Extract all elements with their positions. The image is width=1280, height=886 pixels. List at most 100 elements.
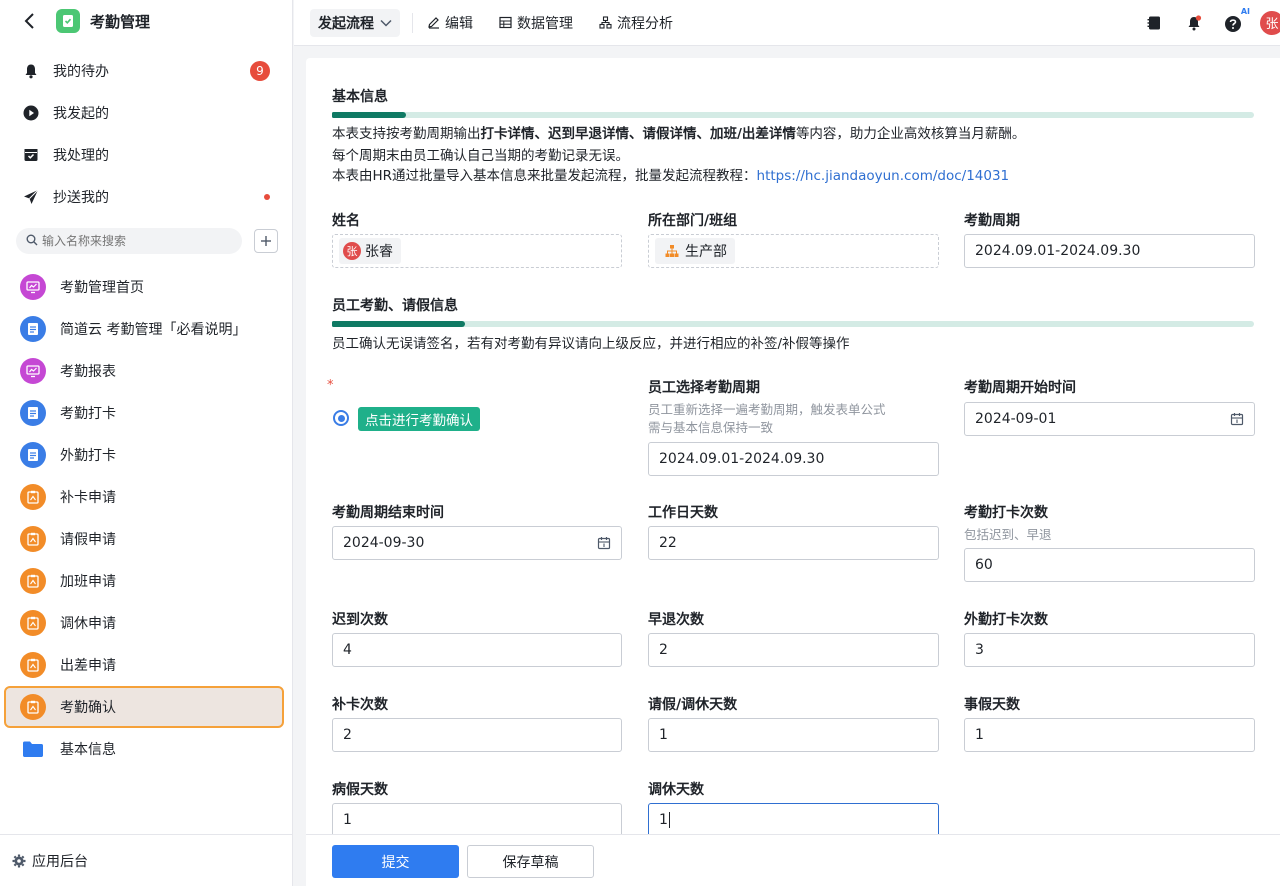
workflow-icon: [20, 526, 46, 552]
add-item-button[interactable]: [254, 229, 278, 253]
confirm-radio[interactable]: [333, 410, 349, 426]
nav-item[interactable]: 调休申请: [4, 602, 284, 644]
description-line-1: 本表支持按考勤周期输出打卡详情、迟到早退详情、请假详情、加班/出差详情等内容，助…: [332, 126, 1026, 142]
nav-item-label: 补卡申请: [60, 490, 116, 506]
leave-days-input[interactable]: 1: [648, 718, 939, 752]
dept-tag: 生产部: [655, 238, 735, 264]
punch-count-label: 考勤打卡次数: [964, 505, 1048, 521]
makeup-count-input[interactable]: 2: [332, 718, 622, 752]
start-date-label: 考勤周期开始时间: [964, 380, 1076, 396]
nav-item[interactable]: 考勤确认: [4, 686, 284, 728]
calendar-icon[interactable]: [597, 536, 611, 554]
search-box[interactable]: [16, 228, 242, 254]
save-draft-button[interactable]: 保存草稿: [467, 845, 594, 878]
submit-button[interactable]: 提交: [332, 845, 459, 878]
quick-item-handled[interactable]: 我处理的: [0, 134, 292, 176]
process-analysis-button[interactable]: 流程分析: [599, 13, 673, 33]
calendar-icon[interactable]: [1230, 412, 1244, 430]
period-value: 2024.09.01-2024.09.30: [975, 243, 1141, 259]
early-count-value: 2: [659, 642, 668, 658]
period-input[interactable]: 2024.09.01-2024.09.30: [964, 234, 1255, 268]
app-logo-icon: [56, 9, 80, 33]
personal-leave-input[interactable]: 1: [964, 718, 1255, 752]
nav-item-label: 考勤管理首页: [60, 280, 144, 296]
workflow-icon: [20, 652, 46, 678]
nav-item[interactable]: 出差申请: [4, 644, 284, 686]
dashboard-icon: [20, 274, 46, 300]
nav-item[interactable]: 请假申请: [4, 518, 284, 560]
section-title-basic: 基本信息: [332, 89, 388, 105]
quick-item-label: 我处理的: [53, 148, 109, 164]
user-avatar[interactable]: 张: [1260, 10, 1280, 35]
notebook-icon[interactable]: [1144, 13, 1164, 33]
gear-icon: [12, 854, 26, 868]
edit-button[interactable]: 编辑: [427, 13, 473, 33]
select-period-hint-2: 需与基本信息保持一致: [648, 420, 774, 435]
text-cursor: [668, 812, 670, 828]
search-input[interactable]: [42, 234, 222, 248]
section-divider: [332, 321, 1254, 327]
period-label: 考勤周期: [964, 213, 1020, 229]
org-chart-icon: [665, 244, 679, 258]
field-punch-input[interactable]: 3: [964, 633, 1255, 667]
tutorial-link[interactable]: https://hc.jiandaoyun.com/doc/14031: [757, 168, 1010, 184]
data-management-label: 数据管理: [517, 15, 573, 32]
select-period-input[interactable]: 2024.09.01-2024.09.30: [648, 442, 939, 476]
workflow-icon: [20, 484, 46, 510]
dept-field[interactable]: 生产部: [648, 234, 939, 268]
select-period-label: 员工选择考勤周期: [648, 380, 760, 396]
nav-item-label: 考勤打卡: [60, 406, 116, 422]
end-date-input[interactable]: 2024-09-30: [332, 526, 622, 560]
late-count-input[interactable]: 4: [332, 633, 622, 667]
nav-item[interactable]: 外勤打卡: [4, 434, 284, 476]
back-arrow-icon[interactable]: [20, 12, 38, 30]
nav-item-label: 基本信息: [60, 742, 116, 758]
nav-item-label: 简道云 考勤管理「必看说明」: [60, 322, 247, 338]
nav-item-label: 出差申请: [60, 658, 116, 674]
quick-item-todo[interactable]: 我的待办 9: [0, 50, 292, 92]
nav-item[interactable]: 考勤打卡: [4, 392, 284, 434]
personal-leave-label: 事假天数: [964, 697, 1020, 713]
workdays-label: 工作日天数: [648, 505, 718, 521]
required-marker: *: [327, 378, 334, 393]
name-value: 张睿: [365, 244, 393, 260]
early-count-input[interactable]: 2: [648, 633, 939, 667]
launch-process-dropdown[interactable]: 发起流程: [310, 8, 400, 37]
select-period-hint-1: 员工重新选择一遍考勤周期，触发表单公式: [648, 402, 886, 417]
process-analysis-label: 流程分析: [617, 15, 673, 32]
confirm-attendance-option[interactable]: 点击进行考勤确认: [358, 407, 480, 431]
nav-item[interactable]: 简道云 考勤管理「必看说明」: [4, 308, 284, 350]
nav-item[interactable]: 考勤报表: [4, 350, 284, 392]
description-line-3: 本表由HR通过批量导入基本信息来批量发起流程，批量发起流程教程：https://…: [332, 168, 1010, 184]
data-management-button[interactable]: 数据管理: [499, 13, 573, 33]
sick-leave-input[interactable]: 1: [332, 803, 622, 834]
section-title-attendance: 员工考勤、请假信息: [332, 298, 458, 314]
send-plane-icon: [22, 188, 40, 206]
nav-item-label: 请假申请: [60, 532, 116, 548]
inbox-check-icon: [22, 146, 40, 164]
quick-item-label: 抄送我的: [53, 190, 109, 206]
toolbar-divider: [412, 12, 413, 33]
quick-list: 我的待办 9 我发起的 我处理的 抄送我的: [0, 50, 292, 218]
todo-count-badge: 9: [250, 61, 270, 81]
comp-leave-value: 1: [659, 812, 668, 828]
notification-bell-icon[interactable]: [1184, 13, 1204, 33]
quick-item-cc[interactable]: 抄送我的: [0, 176, 292, 218]
nav-item-label: 外勤打卡: [60, 448, 116, 464]
leave-days-value: 1: [659, 727, 668, 743]
workdays-input[interactable]: 22: [648, 526, 939, 560]
start-date-input[interactable]: 2024-09-01: [964, 402, 1255, 436]
nav-item[interactable]: 补卡申请: [4, 476, 284, 518]
help-ai-icon[interactable]: AI: [1224, 7, 1250, 33]
punch-count-input[interactable]: 60: [964, 548, 1255, 582]
start-date-value: 2024-09-01: [975, 411, 1057, 427]
comp-leave-input[interactable]: 1: [648, 803, 939, 834]
nav-item[interactable]: 基本信息: [4, 728, 284, 770]
makeup-count-value: 2: [343, 727, 352, 743]
quick-item-initiated[interactable]: 我发起的: [0, 92, 292, 134]
nav-item[interactable]: 考勤管理首页: [4, 266, 284, 308]
app-admin-link[interactable]: 应用后台: [0, 834, 292, 886]
nav-item[interactable]: 加班申请: [4, 560, 284, 602]
dashboard-icon: [20, 358, 46, 384]
name-field[interactable]: 张 张睿: [332, 234, 622, 268]
